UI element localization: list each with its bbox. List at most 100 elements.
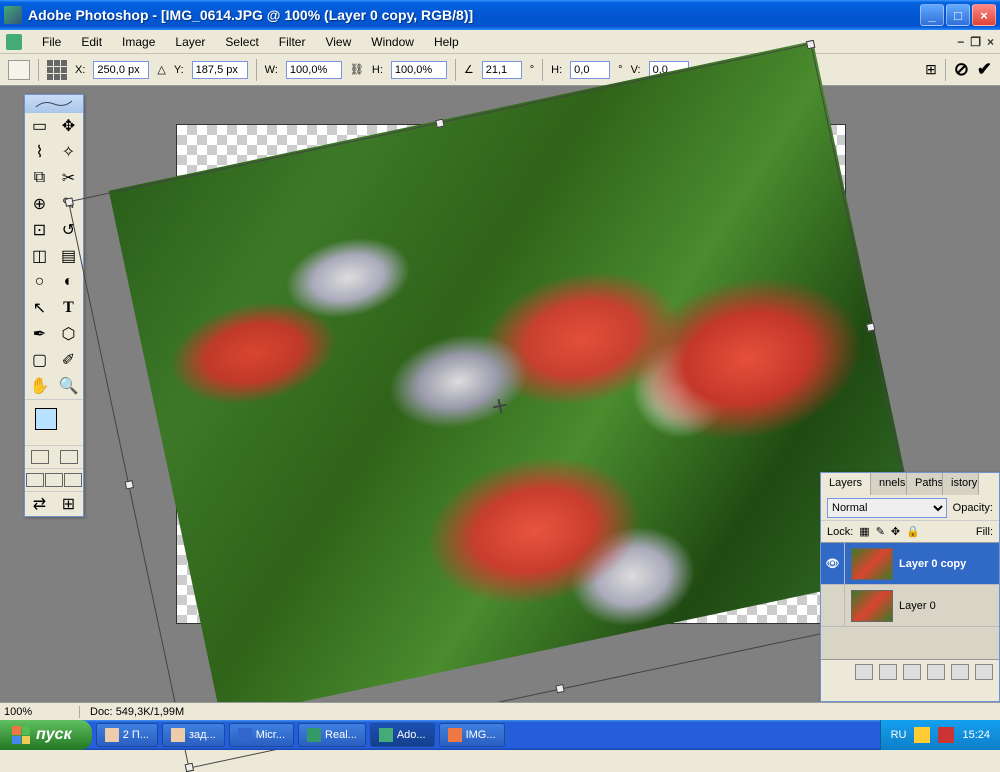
new-layer-icon[interactable] [951,664,969,680]
menu-edit[interactable]: Edit [71,32,112,52]
cancel-transform-button[interactable]: ⊘ [954,59,969,80]
reference-point-icon[interactable] [47,60,67,80]
angle-input[interactable] [482,61,522,79]
taskbar-item[interactable]: Real... [298,723,366,747]
handle-bottom[interactable] [555,684,564,693]
zoom-tool[interactable]: 🔍 [54,373,83,399]
skew-h-label: H: [551,64,562,76]
lock-position-icon[interactable]: ✥ [891,525,900,538]
language-indicator[interactable]: RU [891,729,907,741]
clock[interactable]: 15:24 [962,729,990,741]
dodge-tool[interactable]: ◐ [54,269,83,295]
slice-tool[interactable]: ✂ [54,165,83,191]
start-button[interactable]: пуск [0,720,92,750]
path-tool[interactable]: ↖ [25,295,54,321]
menu-file[interactable]: File [32,32,71,52]
screen-standard[interactable] [26,473,44,487]
standard-mode[interactable] [31,450,49,464]
tray-icon[interactable] [938,727,954,743]
quickmask-mode[interactable] [60,450,78,464]
document-info[interactable]: Doc: 549,3K/1,99M [80,706,194,718]
blur-tool[interactable]: ○ [25,269,54,295]
x-input[interactable] [93,61,149,79]
menu-select[interactable]: Select [215,32,268,52]
toolbox-header[interactable] [25,95,83,113]
screen-menubar[interactable] [45,473,63,487]
menu-window[interactable]: Window [361,32,424,52]
lasso-tool[interactable]: ⌇ [25,139,54,165]
type-tool[interactable]: T [54,295,83,321]
visibility-icon[interactable]: 👁 [821,543,845,584]
foreground-color[interactable] [35,408,57,430]
menu-view[interactable]: View [315,32,361,52]
layer-style-icon[interactable] [879,664,897,680]
menu-help[interactable]: Help [424,32,469,52]
link-icon[interactable]: ⛓ [350,63,364,76]
crop-tool[interactable]: ⧉ [25,165,54,191]
inner-close-button[interactable]: × [987,35,994,49]
menu-image[interactable]: Image [112,32,165,52]
stamp-tool[interactable]: ⊡ [25,217,54,243]
maximize-button[interactable]: □ [946,4,970,26]
link-layers-icon[interactable] [855,664,873,680]
layer-thumbnail[interactable] [851,590,893,622]
taskbar-item[interactable]: 2 П... [96,723,158,747]
tab-channels[interactable]: nnels [871,473,907,495]
imageready-icon[interactable]: ⇄ [25,492,54,516]
taskbar-item[interactable]: Micr... [229,723,294,747]
tab-layers[interactable]: Layers [821,473,871,495]
layer-row[interactable]: Layer 0 [821,585,999,627]
inner-restore-button[interactable]: ❐ [970,35,981,49]
taskbar-item-active[interactable]: Ado... [370,723,435,747]
pen-tool[interactable]: ✒ [25,321,54,347]
screen-full[interactable] [64,473,82,487]
w-input[interactable] [286,61,342,79]
wand-tool[interactable]: ✧ [54,139,83,165]
handle-left[interactable] [125,480,134,489]
marquee-tool[interactable]: ▭ [25,113,54,139]
zoom-level[interactable]: 100% [0,706,80,718]
y-input[interactable] [192,61,248,79]
tray-icon[interactable] [914,727,930,743]
h-input[interactable] [391,61,447,79]
close-button[interactable]: × [972,4,996,26]
layer-name[interactable]: Layer 0 [899,600,936,612]
layer-thumbnail[interactable] [851,548,893,580]
layer-mask-icon[interactable] [903,664,921,680]
handle-bottom-left[interactable] [185,763,194,772]
delete-layer-icon[interactable] [975,664,993,680]
brush-tool[interactable]: ✎ [54,191,83,217]
hand-tool[interactable]: ✋ [25,373,54,399]
new-group-icon[interactable] [927,664,945,680]
tab-history[interactable]: istory [943,473,979,495]
notes-tool[interactable]: ▢ [25,347,54,373]
menu-filter[interactable]: Filter [269,32,316,52]
imageready-button[interactable]: ⊞ [54,492,83,516]
minimize-button[interactable]: _ [920,4,944,26]
lock-transparency-icon[interactable]: ▦ [859,525,869,538]
taskbar-item[interactable]: зад... [162,723,225,747]
layer-name[interactable]: Layer 0 copy [899,558,966,570]
eraser-tool[interactable]: ◫ [25,243,54,269]
tab-paths[interactable]: Paths [907,473,943,495]
skew-h-input[interactable] [570,61,610,79]
history-brush-tool[interactable]: ↺ [54,217,83,243]
healing-tool[interactable]: ⊕ [25,191,54,217]
warp-icon[interactable]: ⊞ [925,61,937,78]
lock-all-icon[interactable]: 🔒 [906,525,920,538]
taskbar-item[interactable]: IMG... [439,723,505,747]
h-label: H: [372,64,383,76]
lock-pixels-icon[interactable]: ✎ [876,525,885,538]
gradient-tool[interactable]: ▤ [54,243,83,269]
menu-layer[interactable]: Layer [165,32,215,52]
eyedropper-tool[interactable]: ✐ [54,347,83,373]
blend-mode-select[interactable]: Normal [827,498,947,518]
commit-transform-button[interactable]: ✔ [977,59,992,80]
shape-tool[interactable]: ⬡ [54,321,83,347]
canvas[interactable] [176,124,846,624]
layer-row[interactable]: 👁 Layer 0 copy [821,543,999,585]
transform-tool-icon[interactable] [8,60,30,80]
move-tool[interactable]: ✥ [54,113,83,139]
inner-minimize-button[interactable]: − [957,35,964,49]
visibility-icon[interactable] [821,585,845,626]
